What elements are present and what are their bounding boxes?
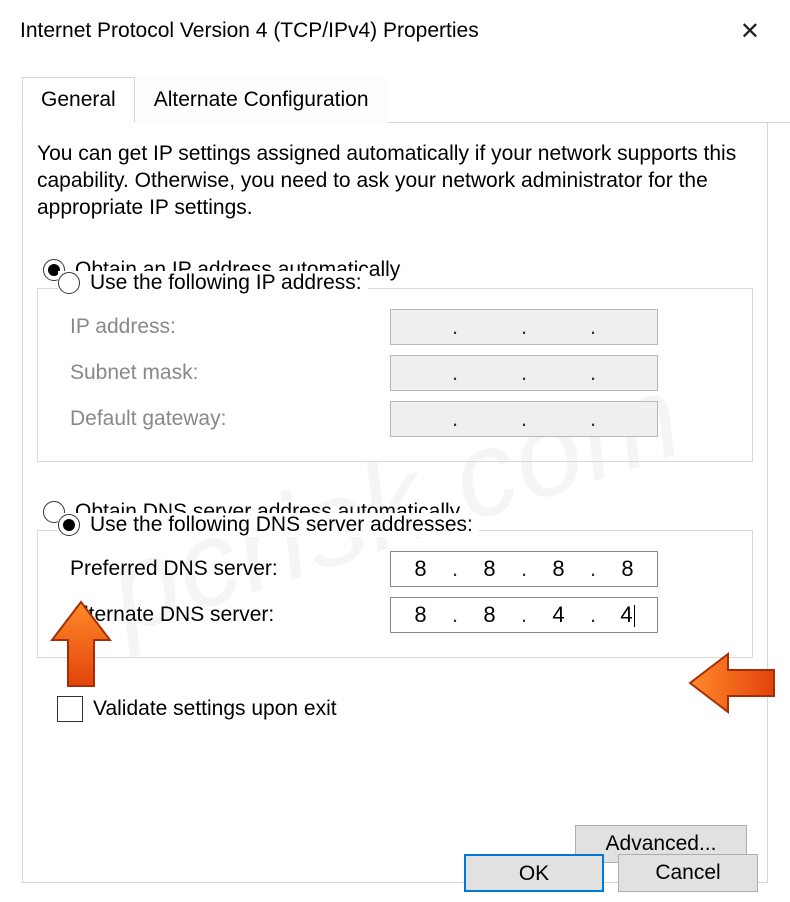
tab-general[interactable]: General — [22, 77, 135, 123]
subnet-label: Subnet mask: — [70, 361, 390, 385]
gateway-input: . . . — [390, 401, 658, 437]
radio-dns-manual-label: Use the following DNS server addresses: — [90, 513, 473, 537]
validate-label: Validate settings upon exit — [93, 697, 337, 721]
alt-dns-label: Alternate DNS server: — [70, 603, 390, 627]
radio-dns-manual-row[interactable]: Use the following DNS server addresses: — [58, 513, 479, 537]
field-ip-address: IP address: . . . — [70, 309, 738, 345]
radio-ip-manual-label: Use the following IP address: — [90, 271, 362, 295]
tab-strip: General Alternate Configuration — [22, 76, 790, 123]
validate-checkbox[interactable] — [57, 696, 83, 722]
field-subnet: Subnet mask: . . . — [70, 355, 738, 391]
cancel-button[interactable]: Cancel — [618, 854, 758, 892]
subnet-input: . . . — [390, 355, 658, 391]
tab-alternate[interactable]: Alternate Configuration — [135, 77, 388, 123]
text-caret — [634, 605, 635, 627]
ip-group: Use the following IP address: IP address… — [37, 288, 753, 462]
ok-button[interactable]: OK — [464, 854, 604, 892]
radio-ip-manual-row[interactable]: Use the following IP address: — [58, 271, 368, 295]
ip-address-label: IP address: — [70, 315, 390, 339]
field-alt-dns: Alternate DNS server: 8. 8. 4. 4 — [70, 597, 738, 633]
tab-content: pcrisk.com You can get IP settings assig… — [22, 123, 768, 883]
radio-ip-manual[interactable] — [58, 272, 80, 294]
alt-dns-input[interactable]: 8. 8. 4. 4 — [390, 597, 658, 633]
dialog-buttons: OK Cancel — [464, 854, 758, 892]
ip-address-input: . . . — [390, 309, 658, 345]
pref-dns-label: Preferred DNS server: — [70, 557, 390, 581]
gateway-label: Default gateway: — [70, 407, 390, 431]
close-icon[interactable]: ✕ — [730, 17, 770, 46]
field-gateway: Default gateway: . . . — [70, 401, 738, 437]
window-title: Internet Protocol Version 4 (TCP/IPv4) P… — [20, 19, 479, 43]
intro-text: You can get IP settings assigned automat… — [37, 141, 753, 222]
dns-group: Use the following DNS server addresses: … — [37, 530, 753, 658]
pref-dns-input[interactable]: 8. 8. 8. 8 — [390, 551, 658, 587]
validate-checkbox-row[interactable]: Validate settings upon exit — [57, 696, 753, 722]
radio-dns-manual[interactable] — [58, 514, 80, 536]
field-pref-dns: Preferred DNS server: 8. 8. 8. 8 — [70, 551, 738, 587]
titlebar: Internet Protocol Version 4 (TCP/IPv4) P… — [0, 0, 790, 56]
